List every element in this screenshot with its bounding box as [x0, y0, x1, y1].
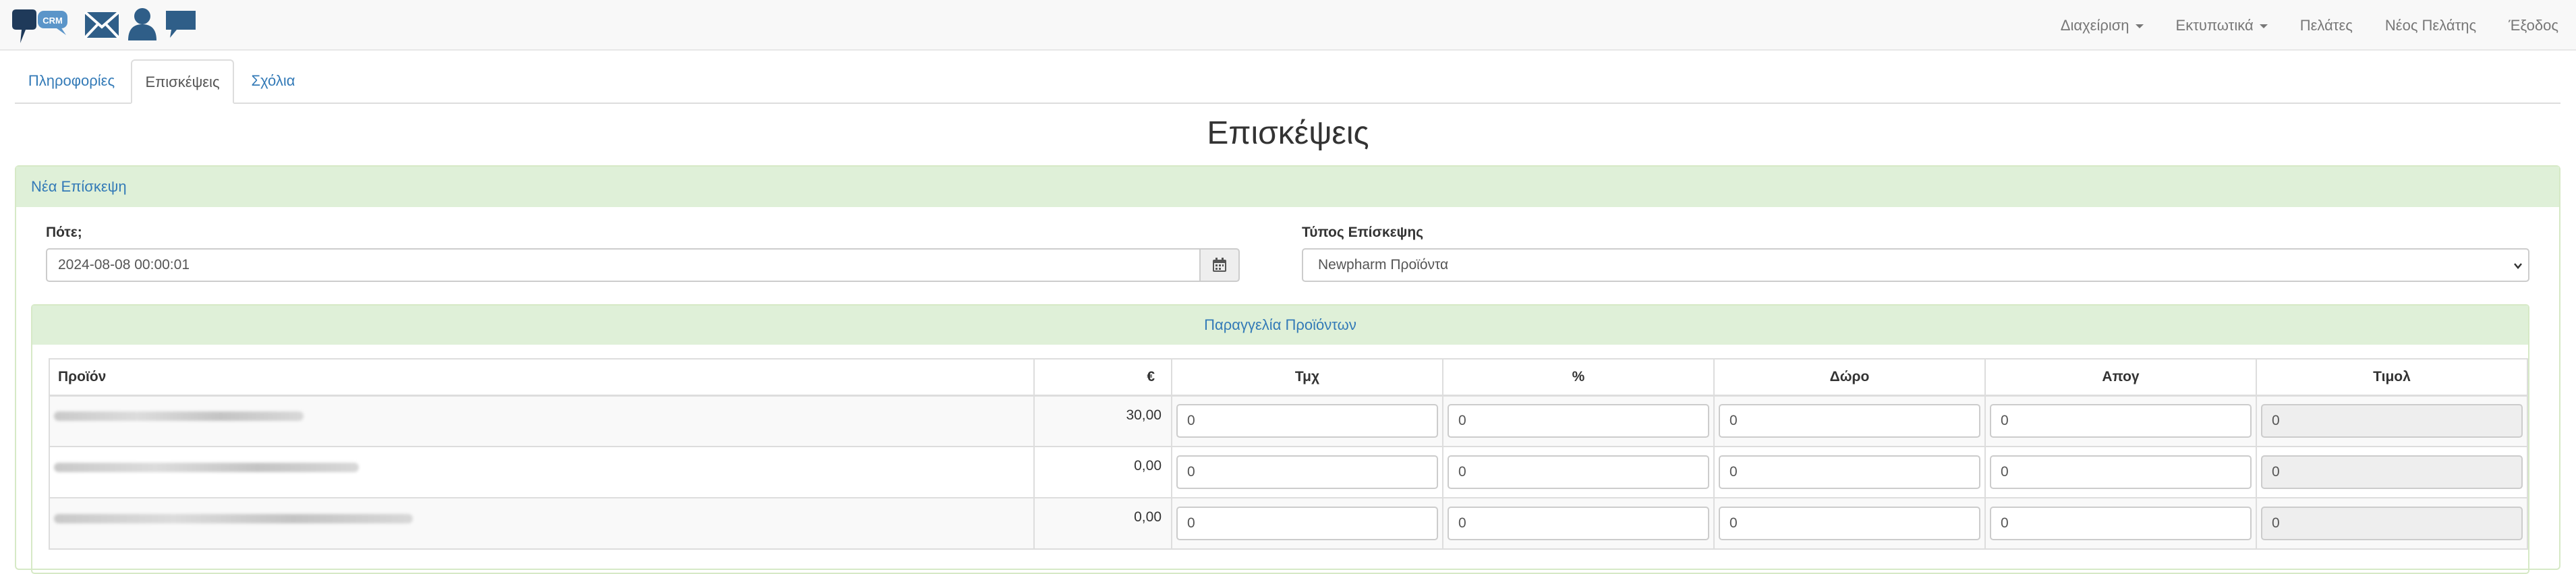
tab-visits[interactable]: Επισκέψεις: [131, 59, 234, 104]
col-discount: %: [1442, 358, 1715, 397]
nav-admin-label: Διαχείριση: [2060, 17, 2129, 34]
navbar: CRM Διαχείριση Εκτυπωτικά Πελάτες Νέος Π…: [0, 0, 2576, 51]
price-cell: 0,00: [1033, 497, 1172, 550]
panel-heading: Νέα Επίσκεψη: [16, 167, 2559, 207]
product-name-redacted: [49, 395, 1035, 447]
crm-logo-icon: CRM: [12, 9, 67, 43]
stock-input[interactable]: 0: [1990, 507, 2252, 540]
chevron-down-icon: [2514, 263, 2522, 269]
chat-icon: [166, 11, 196, 38]
table-row: 30,00 0 0 0 0 0: [49, 395, 2528, 447]
tab-bar: Πληροφορίες Επισκέψεις Σχόλια: [15, 59, 2560, 104]
table-row: 0,00 0 0 0 0 0: [49, 497, 2528, 550]
tab-info[interactable]: Πληροφορίες: [15, 59, 128, 104]
invoice-input: 0: [2261, 455, 2523, 489]
discount-input[interactable]: 0: [1448, 455, 1709, 489]
stock-input[interactable]: 0: [1990, 455, 2252, 489]
calendar-button[interactable]: [1199, 248, 1240, 282]
nav-print-label: Εκτυπωτικά: [2175, 17, 2254, 34]
gift-input[interactable]: 0: [1719, 404, 1980, 438]
order-heading: Παραγγελία Προϊόντων: [32, 306, 2528, 345]
when-label: Πότε;: [46, 225, 82, 240]
invoice-input: 0: [2261, 404, 2523, 438]
price-cell: 0,00: [1033, 446, 1172, 498]
gift-input[interactable]: 0: [1719, 507, 1980, 540]
col-quantity: Τμχ: [1171, 358, 1443, 397]
table-header-row: Προϊόν € Τμχ % Δώρο Απογ Τιμολ: [49, 358, 2528, 397]
visit-type-value: Newpharm Προϊόντα: [1318, 257, 1449, 272]
gift-input[interactable]: 0: [1719, 455, 1980, 489]
svg-text:CRM: CRM: [42, 16, 63, 26]
date-picker: 2024-08-08 00:00:01: [46, 248, 1260, 282]
brand-logo[interactable]: CRM: [9, 7, 198, 45]
nav-admin-menu[interactable]: Διαχείριση: [2044, 0, 2160, 51]
discount-input[interactable]: 0: [1448, 404, 1709, 438]
page-title: Επισκέψεις: [1207, 115, 1369, 151]
col-invoice: Τιμολ: [2256, 358, 2528, 397]
panel-heading-label: Νέα Επίσκεψη: [31, 178, 127, 195]
col-price: €: [1033, 358, 1172, 397]
mail-icon: [84, 11, 120, 39]
nav-print-menu[interactable]: Εκτυπωτικά: [2160, 0, 2284, 51]
stock-input[interactable]: 0: [1990, 404, 2252, 438]
invoice-input: 0: [2261, 507, 2523, 540]
nav-logout-link[interactable]: Έξοδος: [2492, 0, 2576, 51]
caret-down-icon: [2259, 24, 2268, 29]
date-input[interactable]: 2024-08-08 00:00:01: [46, 248, 1201, 282]
nav-new-customer-link[interactable]: Νέος Πελάτης: [2369, 0, 2492, 51]
new-visit-panel: Νέα Επίσκεψη Πότε; 2024-08-08 00:00:01 Τ…: [15, 165, 2560, 574]
product-name-redacted: [49, 497, 1035, 550]
quantity-input[interactable]: 0: [1176, 455, 1438, 489]
col-gift: Δώρο: [1713, 358, 1986, 397]
visit-type-select[interactable]: Newpharm Προϊόντα: [1302, 248, 2529, 282]
calendar-icon: [1213, 258, 1226, 272]
tab-comments[interactable]: Σχόλια: [236, 59, 310, 104]
quantity-input[interactable]: 0: [1176, 507, 1438, 540]
caret-down-icon: [2135, 24, 2144, 29]
user-icon: [128, 8, 156, 40]
col-stock: Απογ: [1984, 358, 2257, 397]
col-product: Προϊόν: [49, 358, 1035, 397]
quantity-input[interactable]: 0: [1176, 404, 1438, 438]
visit-type-label: Τύπος Επίσκεψης: [1302, 225, 1424, 240]
order-panel: Παραγγελία Προϊόντων Προϊόν € Τμχ % Δώρο…: [31, 304, 2529, 574]
price-cell: 30,00: [1033, 395, 1172, 447]
nav-customers-link[interactable]: Πελάτες: [2284, 0, 2369, 51]
order-table: Προϊόν € Τμχ % Δώρο Απογ Τιμολ 30,00 0 0…: [49, 358, 2528, 550]
product-name-redacted: [49, 446, 1035, 498]
discount-input[interactable]: 0: [1448, 507, 1709, 540]
table-row: 0,00 0 0 0 0 0: [49, 446, 2528, 498]
